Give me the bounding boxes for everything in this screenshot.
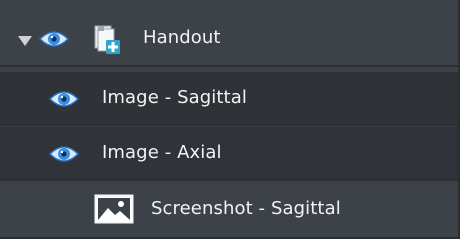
expand-caret-icon[interactable] — [18, 36, 32, 46]
tree-item-label: Image - Axial — [102, 142, 222, 163]
eye-icon[interactable] — [48, 88, 80, 110]
image-icon — [94, 194, 134, 224]
tree-item-label: Handout — [143, 27, 221, 48]
tree-item-image-axial[interactable]: Image - Axial — [0, 127, 458, 181]
eye-icon[interactable] — [38, 28, 70, 50]
layer-tree-panel: Handout Image - Sagittal Image - Axial S… — [0, 0, 460, 239]
tree-item-handout[interactable]: Handout — [0, 13, 458, 67]
tree-item-image-sagittal[interactable]: Image - Sagittal — [0, 72, 458, 126]
tree-item-screenshot-sagittal[interactable]: Screenshot - Sagittal — [0, 183, 458, 237]
tree-item-label: Image - Sagittal — [102, 87, 247, 108]
tree-item-label: Screenshot - Sagittal — [151, 198, 341, 219]
document-add-icon — [94, 25, 120, 54]
eye-icon[interactable] — [48, 143, 80, 165]
